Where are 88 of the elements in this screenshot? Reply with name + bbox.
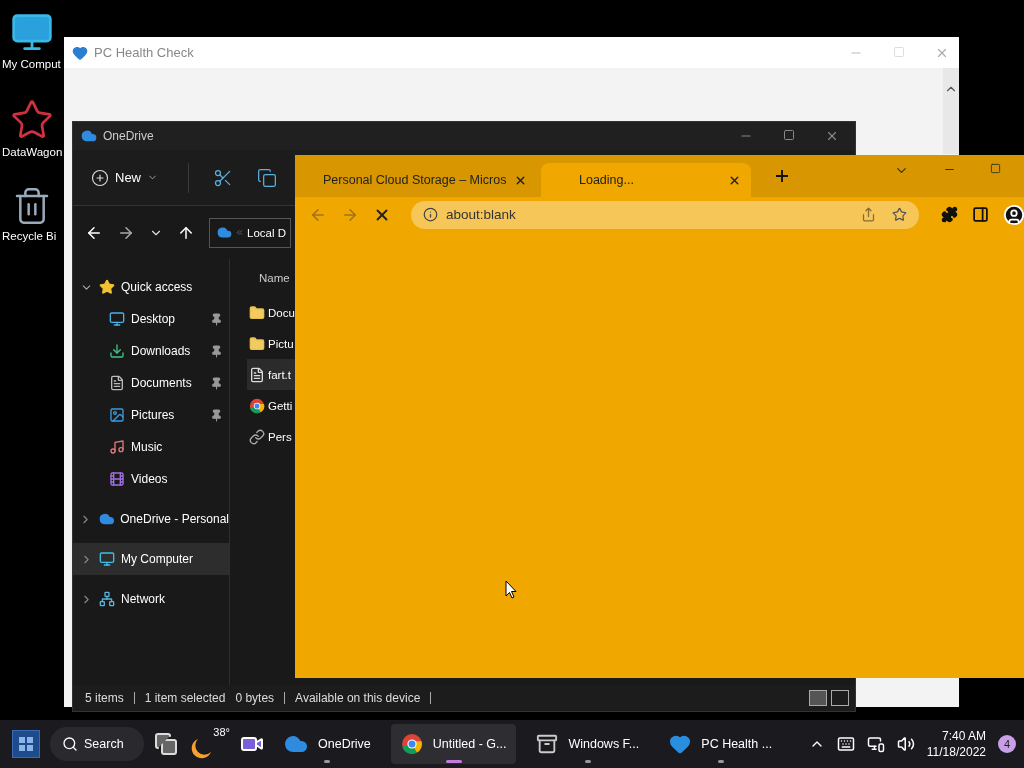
keyboard-icon[interactable] xyxy=(836,735,855,753)
sidebar-item[interactable]: OneDrive - Personal xyxy=(73,503,229,535)
address-bar[interactable]: about:blank xyxy=(411,200,919,229)
sidebar-item[interactable]: Music xyxy=(73,431,229,463)
extensions-icon[interactable] xyxy=(941,206,958,223)
notification-badge[interactable]: 4 xyxy=(998,735,1016,753)
profile-icon[interactable] xyxy=(1003,203,1024,226)
taskbar-app[interactable]: Untitled - G... xyxy=(390,724,517,764)
sidebar-item[interactable]: My Computer xyxy=(73,543,229,575)
sidebar-item[interactable]: Pictures xyxy=(73,399,229,431)
details-view-button[interactable] xyxy=(809,690,827,706)
search-icon xyxy=(62,736,78,752)
maximize-icon[interactable] xyxy=(990,163,1001,174)
copy-icon[interactable] xyxy=(257,167,277,188)
volume-icon[interactable] xyxy=(896,735,915,753)
music-icon xyxy=(109,439,125,455)
file-row[interactable]: Pers xyxy=(247,421,295,452)
plus-icon xyxy=(91,168,109,187)
status-text: 5 items xyxy=(85,691,124,705)
status-text: 1 item selected xyxy=(144,691,226,705)
sidebar-item[interactable]: Documents xyxy=(73,367,229,399)
chrome-icon xyxy=(249,397,265,414)
sidebar-item[interactable]: Desktop xyxy=(73,303,229,335)
taskbar-app[interactable]: PC Health ... xyxy=(659,724,783,764)
monitor-icon xyxy=(109,311,125,327)
status-text: 0 bytes xyxy=(235,691,275,705)
tiles-view-button[interactable] xyxy=(831,690,849,706)
chrome-icon xyxy=(400,733,423,755)
address-bar[interactable]: Local D xyxy=(209,217,291,248)
taskbar-app[interactable]: Windows F... xyxy=(526,724,650,764)
task-view-icon[interactable] xyxy=(154,732,178,756)
window-title: PC Health Check xyxy=(94,45,194,60)
network-status-icon[interactable] xyxy=(866,735,885,753)
scrollbar[interactable] xyxy=(943,68,959,154)
maximize-icon[interactable] xyxy=(783,129,795,141)
desktop-icon-label[interactable]: DataWagon xyxy=(0,146,63,158)
shortcut-icon xyxy=(249,428,265,445)
moon-icon xyxy=(190,736,214,760)
pin-icon xyxy=(210,312,223,326)
chevrons-icon xyxy=(235,228,244,237)
browser-tab[interactable]: Personal Cloud Storage – Micros xyxy=(301,163,537,197)
desktop-icon-label[interactable]: Recycle Bi xyxy=(0,230,57,242)
scissors-icon[interactable] xyxy=(213,167,233,188)
heart-icon xyxy=(72,44,88,61)
sidebar-item[interactable]: Quick access xyxy=(73,271,229,303)
file-row[interactable]: Getti xyxy=(247,390,295,421)
share-icon[interactable] xyxy=(861,207,876,222)
bookmark-star-icon[interactable] xyxy=(892,207,907,222)
network-icon xyxy=(99,591,115,607)
cloud-icon xyxy=(217,225,232,240)
document-icon xyxy=(109,375,125,391)
new-tab-icon[interactable] xyxy=(773,167,791,185)
status-text: Available on this device xyxy=(295,691,421,705)
close-icon[interactable] xyxy=(825,129,839,143)
heart-icon xyxy=(669,733,692,755)
clock[interactable]: 7:40 AM 11/18/2022 xyxy=(926,729,986,759)
folder-icon xyxy=(249,304,265,321)
mouse-cursor-icon xyxy=(505,580,517,599)
pin-icon xyxy=(210,408,223,422)
taskbar-app[interactable]: OneDrive xyxy=(274,724,381,764)
sidebar-item[interactable]: Network xyxy=(73,583,229,615)
monitor-icon xyxy=(99,551,115,567)
side-panel-icon[interactable] xyxy=(972,206,989,223)
cloud-icon xyxy=(98,511,115,527)
file-row[interactable]: Docu xyxy=(247,297,295,328)
sidebar-item[interactable]: Videos xyxy=(73,463,229,495)
file-row[interactable]: Pictu xyxy=(247,328,295,359)
download-icon xyxy=(109,343,125,359)
desktop-icon-label[interactable]: My Comput xyxy=(0,58,61,70)
archive-icon xyxy=(536,733,559,755)
new-button[interactable]: New xyxy=(85,164,164,191)
window-title: OneDrive xyxy=(103,129,154,143)
search-button[interactable]: Search xyxy=(50,727,144,761)
document-icon xyxy=(249,366,265,383)
star-icon xyxy=(99,279,115,295)
info-icon xyxy=(423,207,438,222)
column-header[interactable]: Name xyxy=(247,267,295,289)
sidebar-item[interactable]: Downloads xyxy=(73,335,229,367)
weather-widget[interactable]: 38° xyxy=(188,726,230,762)
browser-tab[interactable]: Loading... xyxy=(541,163,751,197)
pin-icon xyxy=(210,376,223,390)
file-row[interactable]: fart.t xyxy=(247,359,295,390)
film-icon xyxy=(109,471,125,487)
start-button[interactable] xyxy=(12,730,40,758)
cloud-icon xyxy=(81,128,97,144)
pin-icon xyxy=(210,344,223,358)
folder-icon xyxy=(249,335,265,352)
image-icon xyxy=(109,407,125,423)
